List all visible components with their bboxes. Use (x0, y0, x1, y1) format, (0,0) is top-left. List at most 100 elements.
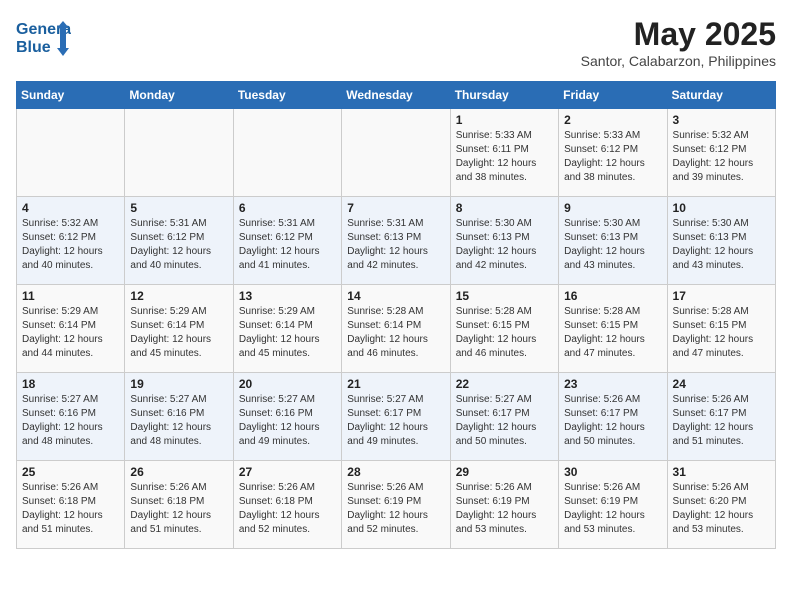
day-number: 31 (673, 465, 770, 479)
day-info: Sunrise: 5:28 AM Sunset: 6:14 PM Dayligh… (347, 305, 444, 361)
day-info: Sunrise: 5:32 AM Sunset: 6:12 PM Dayligh… (673, 129, 770, 185)
day-number: 1 (456, 113, 553, 127)
day-number: 11 (22, 289, 119, 303)
day-info: Sunrise: 5:27 AM Sunset: 6:16 PM Dayligh… (22, 393, 119, 449)
day-info: Sunrise: 5:28 AM Sunset: 6:15 PM Dayligh… (673, 305, 770, 361)
days-header-row: SundayMondayTuesdayWednesdayThursdayFrid… (17, 82, 776, 109)
calendar-cell: 5Sunrise: 5:31 AM Sunset: 6:12 PM Daylig… (125, 197, 233, 285)
day-number: 14 (347, 289, 444, 303)
calendar-week-2: 4 Sunrise: 5:32 AM Sunset: 6:12 PM Daylig… (17, 197, 776, 285)
day-info: Sunrise: 5:32 AM Sunset: 6:12 PM Dayligh… (22, 217, 119, 273)
calendar-cell: 30 Sunrise: 5:26 AM Sunset: 6:19 PM Dayli… (559, 461, 667, 549)
calendar-cell: 21 Sunrise: 5:27 AM Sunset: 6:17 PM Dayli… (342, 373, 450, 461)
day-number: 7 (347, 201, 444, 215)
day-number: 17 (673, 289, 770, 303)
day-info: Sunrise: 5:33 AM Sunset: 6:12 PM Dayligh… (564, 129, 661, 185)
day-info: Sunrise: 5:27 AM Sunset: 6:17 PM Dayligh… (456, 393, 553, 449)
calendar-cell: 27 Sunrise: 5:26 AM Sunset: 6:18 PM Dayli… (233, 461, 341, 549)
logo-icon: GeneralBlue (16, 16, 71, 61)
day-info: Sunrise: 5:30 AM Sunset: 6:13 PM Dayligh… (673, 217, 770, 273)
calendar-cell (125, 109, 233, 197)
day-info: Sunrise: 5:31 AM Sunset: 6:13 PM Dayligh… (347, 217, 444, 273)
calendar-cell: 24Sunrise: 5:26 AM Sunset: 6:17 PM Dayli… (667, 373, 775, 461)
calendar-cell: 17 Sunrise: 5:28 AM Sunset: 6:15 PM Dayli… (667, 285, 775, 373)
day-number: 3 (673, 113, 770, 127)
day-info: Sunrise: 5:33 AM Sunset: 6:11 PM Dayligh… (456, 129, 553, 185)
day-number: 20 (239, 377, 336, 391)
calendar-cell: 15Sunrise: 5:28 AM Sunset: 6:15 PM Dayli… (450, 285, 558, 373)
calendar-cell (342, 109, 450, 197)
calendar-cell: 4 Sunrise: 5:32 AM Sunset: 6:12 PM Daylig… (17, 197, 125, 285)
calendar-cell: 18 Sunrise: 5:27 AM Sunset: 6:16 PM Dayli… (17, 373, 125, 461)
day-number: 9 (564, 201, 661, 215)
day-number: 27 (239, 465, 336, 479)
day-info: Sunrise: 5:29 AM Sunset: 6:14 PM Dayligh… (130, 305, 227, 361)
title-area: May 2025 Santor, Calabarzon, Philippines (581, 16, 776, 69)
day-header-monday: Monday (125, 82, 233, 109)
calendar-cell: 29Sunrise: 5:26 AM Sunset: 6:19 PM Dayli… (450, 461, 558, 549)
calendar-cell: 8Sunrise: 5:30 AM Sunset: 6:13 PM Daylig… (450, 197, 558, 285)
day-info: Sunrise: 5:28 AM Sunset: 6:15 PM Dayligh… (564, 305, 661, 361)
calendar-cell: 11 Sunrise: 5:29 AM Sunset: 6:14 PM Dayli… (17, 285, 125, 373)
calendar-cell: 6 Sunrise: 5:31 AM Sunset: 6:12 PM Daylig… (233, 197, 341, 285)
calendar-cell: 31 Sunrise: 5:26 AM Sunset: 6:20 PM Dayli… (667, 461, 775, 549)
svg-text:Blue: Blue (16, 39, 51, 56)
day-number: 23 (564, 377, 661, 391)
day-info: Sunrise: 5:29 AM Sunset: 6:14 PM Dayligh… (239, 305, 336, 361)
calendar-cell: 3 Sunrise: 5:32 AM Sunset: 6:12 PM Daylig… (667, 109, 775, 197)
day-info: Sunrise: 5:26 AM Sunset: 6:18 PM Dayligh… (130, 481, 227, 537)
day-header-tuesday: Tuesday (233, 82, 341, 109)
day-info: Sunrise: 5:26 AM Sunset: 6:17 PM Dayligh… (673, 393, 770, 449)
day-number: 4 (22, 201, 119, 215)
day-number: 16 (564, 289, 661, 303)
calendar-cell (17, 109, 125, 197)
day-info: Sunrise: 5:26 AM Sunset: 6:20 PM Dayligh… (673, 481, 770, 537)
day-number: 13 (239, 289, 336, 303)
day-info: Sunrise: 5:31 AM Sunset: 6:12 PM Dayligh… (239, 217, 336, 273)
location-subtitle: Santor, Calabarzon, Philippines (581, 53, 776, 69)
day-number: 28 (347, 465, 444, 479)
day-number: 10 (673, 201, 770, 215)
calendar-cell: 28 Sunrise: 5:26 AM Sunset: 6:19 PM Dayli… (342, 461, 450, 549)
day-number: 6 (239, 201, 336, 215)
calendar-cell: 19 Sunrise: 5:27 AM Sunset: 6:16 PM Dayli… (125, 373, 233, 461)
calendar-table: SundayMondayTuesdayWednesdayThursdayFrid… (16, 81, 776, 549)
day-number: 15 (456, 289, 553, 303)
day-info: Sunrise: 5:29 AM Sunset: 6:14 PM Dayligh… (22, 305, 119, 361)
day-info: Sunrise: 5:27 AM Sunset: 6:16 PM Dayligh… (130, 393, 227, 449)
day-header-sunday: Sunday (17, 82, 125, 109)
calendar-cell: 25Sunrise: 5:26 AM Sunset: 6:18 PM Dayli… (17, 461, 125, 549)
day-number: 26 (130, 465, 227, 479)
day-info: Sunrise: 5:30 AM Sunset: 6:13 PM Dayligh… (456, 217, 553, 273)
day-info: Sunrise: 5:26 AM Sunset: 6:17 PM Dayligh… (564, 393, 661, 449)
day-header-thursday: Thursday (450, 82, 558, 109)
calendar-cell: 23 Sunrise: 5:26 AM Sunset: 6:17 PM Dayli… (559, 373, 667, 461)
page-header: GeneralBlue May 2025 Santor, Calabarzon,… (16, 16, 776, 69)
day-info: Sunrise: 5:26 AM Sunset: 6:18 PM Dayligh… (239, 481, 336, 537)
logo: GeneralBlue (16, 16, 71, 61)
calendar-cell: 22 Sunrise: 5:27 AM Sunset: 6:17 PM Dayli… (450, 373, 558, 461)
calendar-week-3: 11 Sunrise: 5:29 AM Sunset: 6:14 PM Dayli… (17, 285, 776, 373)
day-info: Sunrise: 5:26 AM Sunset: 6:19 PM Dayligh… (564, 481, 661, 537)
day-info: Sunrise: 5:30 AM Sunset: 6:13 PM Dayligh… (564, 217, 661, 273)
day-number: 18 (22, 377, 119, 391)
day-header-wednesday: Wednesday (342, 82, 450, 109)
day-number: 22 (456, 377, 553, 391)
calendar-cell: 13 Sunrise: 5:29 AM Sunset: 6:14 PM Dayli… (233, 285, 341, 373)
calendar-cell (233, 109, 341, 197)
day-info: Sunrise: 5:26 AM Sunset: 6:19 PM Dayligh… (347, 481, 444, 537)
day-number: 12 (130, 289, 227, 303)
day-number: 30 (564, 465, 661, 479)
calendar-cell: 2Sunrise: 5:33 AM Sunset: 6:12 PM Daylig… (559, 109, 667, 197)
day-info: Sunrise: 5:27 AM Sunset: 6:17 PM Dayligh… (347, 393, 444, 449)
day-header-saturday: Saturday (667, 82, 775, 109)
calendar-cell: 14 Sunrise: 5:28 AM Sunset: 6:14 PM Dayli… (342, 285, 450, 373)
day-number: 19 (130, 377, 227, 391)
day-number: 25 (22, 465, 119, 479)
day-info: Sunrise: 5:31 AM Sunset: 6:12 PM Dayligh… (130, 217, 227, 273)
calendar-cell: 26 Sunrise: 5:26 AM Sunset: 6:18 PM Dayli… (125, 461, 233, 549)
day-header-friday: Friday (559, 82, 667, 109)
month-title: May 2025 (581, 16, 776, 53)
calendar-cell: 1 Sunrise: 5:33 AM Sunset: 6:11 PM Daylig… (450, 109, 558, 197)
day-number: 21 (347, 377, 444, 391)
